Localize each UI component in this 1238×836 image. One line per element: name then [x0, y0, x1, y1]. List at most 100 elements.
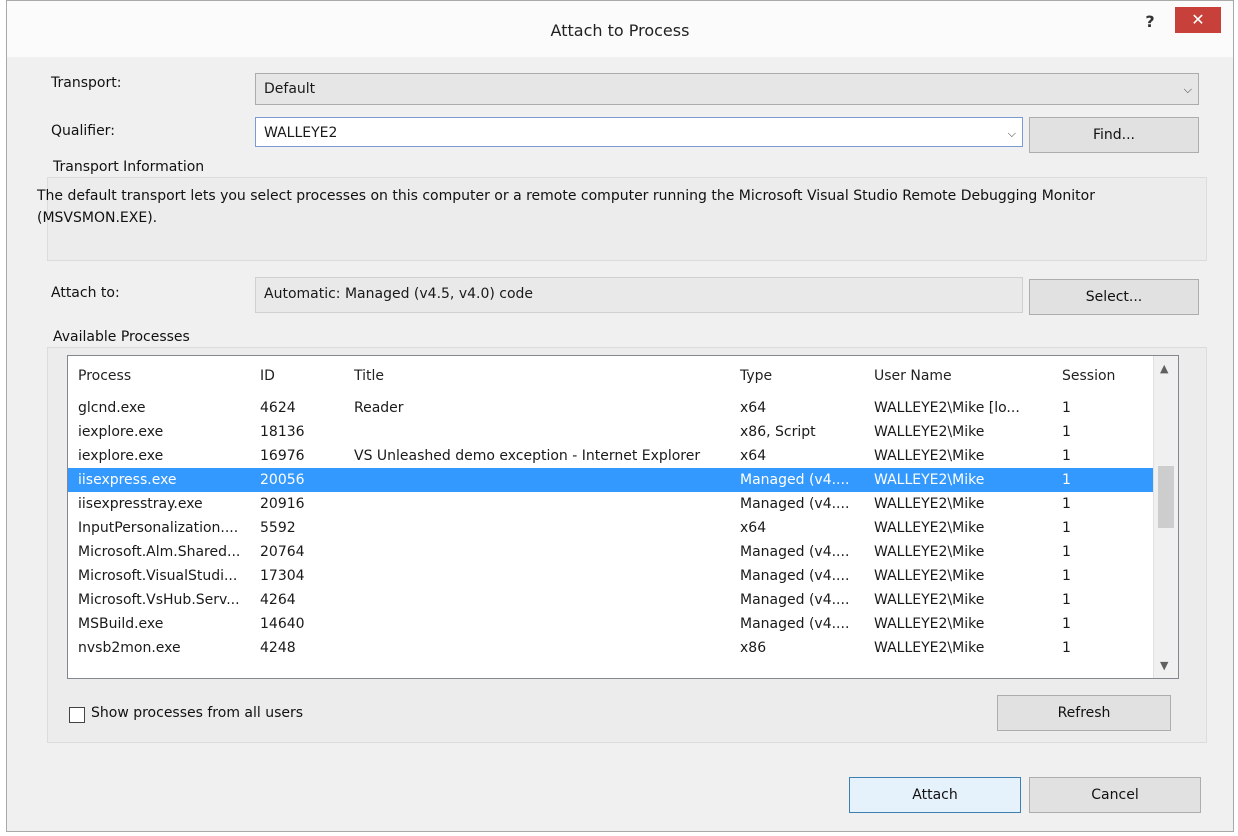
- cell-type: x86: [740, 640, 767, 656]
- cell-id: 20056: [260, 472, 305, 488]
- close-icon: ✕: [1191, 10, 1205, 29]
- cell-user-name: WALLEYE2\Mike: [874, 568, 985, 584]
- available-processes-heading: Available Processes: [53, 329, 190, 345]
- refresh-button-label: Refresh: [1057, 705, 1111, 721]
- select-button[interactable]: Select...: [1029, 279, 1199, 315]
- cell-id: 4264: [260, 592, 296, 608]
- table-row[interactable]: Microsoft.VisualStudi... 17304 Managed (v4…: [68, 564, 1153, 588]
- refresh-button[interactable]: Refresh: [997, 695, 1171, 731]
- cell-user-name: WALLEYE2\Mike: [874, 448, 985, 464]
- transport-info-text: The default transport lets you select pr…: [37, 188, 1095, 226]
- cell-session: 1: [1062, 448, 1071, 464]
- cancel-button[interactable]: Cancel: [1029, 777, 1201, 813]
- cell-process: Microsoft.Alm.Shared...: [78, 544, 241, 560]
- cell-user-name: WALLEYE2\Mike: [874, 424, 985, 440]
- title-bar: Attach to Process ? ✕: [7, 1, 1233, 57]
- column-header-process[interactable]: Process: [78, 368, 131, 384]
- attach-to-value: Automatic: Managed (v4.5, v4.0) code: [264, 286, 534, 302]
- cell-session: 1: [1062, 496, 1071, 512]
- transport-value: Default: [264, 81, 316, 97]
- cell-process: iexplore.exe: [78, 448, 164, 464]
- cell-process: InputPersonalization....: [78, 520, 239, 536]
- cell-process: Microsoft.VisualStudi...: [78, 568, 238, 584]
- scroll-down-icon[interactable]: ▼: [1160, 659, 1168, 672]
- column-header-title[interactable]: Title: [354, 368, 384, 384]
- table-row[interactable]: iisexpress.exe 20056 Managed (v4.... WALLEY…: [68, 468, 1153, 492]
- scrollbar-thumb[interactable]: [1158, 466, 1174, 528]
- qualifier-label: Qualifier:: [51, 123, 115, 139]
- cell-id: 17304: [260, 568, 305, 584]
- cell-type: x64: [740, 448, 767, 464]
- chevron-down-icon: ⌵: [1183, 83, 1192, 96]
- cell-session: 1: [1062, 616, 1071, 632]
- cell-id: 4624: [260, 400, 296, 416]
- cell-type: x64: [740, 400, 767, 416]
- dialog-title: Attach to Process: [550, 21, 690, 40]
- cell-session: 1: [1062, 424, 1071, 440]
- scroll-up-icon[interactable]: ▲: [1160, 362, 1168, 375]
- qualifier-value: WALLEYE2: [264, 125, 338, 141]
- close-button[interactable]: ✕: [1175, 7, 1221, 33]
- cell-id: 16976: [260, 448, 305, 464]
- cell-title: VS Unleashed demo exception - Internet E…: [354, 448, 701, 464]
- column-header-session[interactable]: Session: [1062, 368, 1115, 384]
- cell-id: 5592: [260, 520, 296, 536]
- process-list[interactable]: Process ID Title Type User Name Session …: [67, 355, 1179, 679]
- find-button-label: Find...: [1092, 127, 1136, 143]
- cell-type: Managed (v4....: [740, 592, 850, 608]
- chevron-down-icon[interactable]: ⌵: [1008, 127, 1016, 141]
- table-row[interactable]: Microsoft.VsHub.Serv... 4264 Managed (v4..…: [68, 588, 1153, 612]
- cell-id: 14640: [260, 616, 305, 632]
- cell-process: nvsb2mon.exe: [78, 640, 181, 656]
- cell-id: 20764: [260, 544, 305, 560]
- attach-button[interactable]: Attach: [849, 777, 1021, 813]
- qualifier-input[interactable]: WALLEYE2 ⌵: [255, 117, 1023, 147]
- attach-to-process-dialog: Attach to Process ? ✕ Transport: Default…: [6, 0, 1234, 832]
- help-button[interactable]: ?: [1139, 11, 1161, 33]
- show-all-users-checkbox[interactable]: [69, 707, 85, 723]
- attach-to-field: Automatic: Managed (v4.5, v4.0) code: [255, 277, 1023, 313]
- cell-process: MSBuild.exe: [78, 616, 164, 632]
- cell-user-name: WALLEYE2\Mike: [874, 640, 985, 656]
- cell-user-name: WALLEYE2\Mike: [874, 520, 985, 536]
- cell-type: x86, Script: [740, 424, 816, 440]
- transport-combo[interactable]: Default ⌵: [255, 73, 1199, 105]
- cell-process: iexplore.exe: [78, 424, 164, 440]
- column-header-id[interactable]: ID: [260, 368, 275, 384]
- column-header-type[interactable]: Type: [740, 368, 772, 384]
- find-button[interactable]: Find...: [1029, 117, 1199, 153]
- table-row[interactable]: iexplore.exe 16976 VS Unleashed demo excep…: [68, 444, 1153, 468]
- table-row[interactable]: iisexpresstray.exe 20916 Managed (v4.... WA…: [68, 492, 1153, 516]
- table-row[interactable]: Microsoft.Alm.Shared... 20764 Managed (v4.…: [68, 540, 1153, 564]
- cell-process: Microsoft.VsHub.Serv...: [78, 592, 240, 608]
- select-button-label: Select...: [1085, 289, 1143, 305]
- cell-type: Managed (v4....: [740, 472, 850, 488]
- cell-id: 4248: [260, 640, 296, 656]
- cell-id: 18136: [260, 424, 305, 440]
- process-list-header: Process ID Title Type User Name Session: [68, 356, 1153, 396]
- cell-process: iisexpresstray.exe: [78, 496, 203, 512]
- cell-user-name: WALLEYE2\Mike [lo...: [874, 400, 1020, 416]
- process-list-scrollbar[interactable]: ▲ ▼: [1153, 356, 1178, 678]
- cell-user-name: WALLEYE2\Mike: [874, 496, 985, 512]
- cell-user-name: WALLEYE2\Mike: [874, 592, 985, 608]
- table-row[interactable]: glcnd.exe 4624 Reader x64 WALLEYE2\Mike [lo.…: [68, 396, 1153, 420]
- cell-title: Reader: [354, 400, 404, 416]
- cell-type: x64: [740, 520, 767, 536]
- attach-to-label: Attach to:: [51, 285, 120, 301]
- transport-info-heading: Transport Information: [53, 159, 205, 175]
- cell-user-name: WALLEYE2\Mike: [874, 616, 985, 632]
- table-row[interactable]: InputPersonalization.... 5592 x64 WALLEYE2\…: [68, 516, 1153, 540]
- table-row[interactable]: nvsb2mon.exe 4248 x86 WALLEYE2\Mike 1: [68, 636, 1153, 660]
- show-all-users-label[interactable]: Show processes from all users: [91, 705, 303, 721]
- cell-type: Managed (v4....: [740, 496, 850, 512]
- cell-process: iisexpress.exe: [78, 472, 177, 488]
- column-header-user-name[interactable]: User Name: [874, 368, 952, 384]
- table-row[interactable]: MSBuild.exe 14640 Managed (v4.... WALLEYE2\…: [68, 612, 1153, 636]
- cell-type: Managed (v4....: [740, 544, 850, 560]
- cell-user-name: WALLEYE2\Mike: [874, 544, 985, 560]
- cell-process: glcnd.exe: [78, 400, 146, 416]
- cell-session: 1: [1062, 400, 1071, 416]
- cell-session: 1: [1062, 520, 1071, 536]
- table-row[interactable]: iexplore.exe 18136 x86, Script WALLEYE2\Mik…: [68, 420, 1153, 444]
